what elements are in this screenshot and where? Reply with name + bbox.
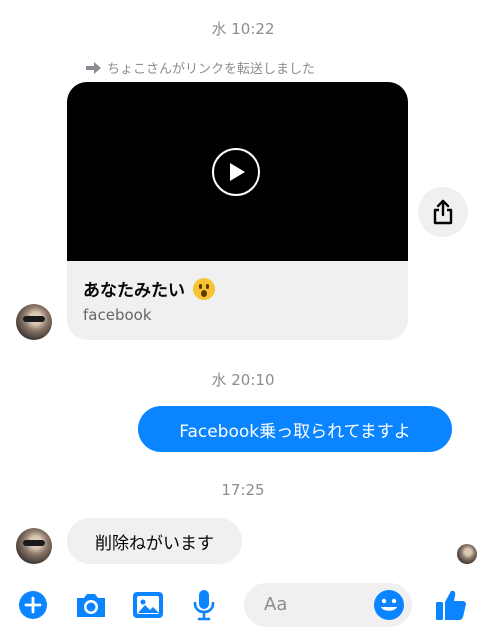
read-receipt-avatar	[457, 544, 477, 564]
play-icon	[230, 163, 245, 181]
outgoing-message-bubble[interactable]: Facebook乗っ取られてますよ	[138, 406, 452, 452]
shared-link-card[interactable]: あなたみたい facebook	[67, 82, 408, 340]
emoji-icon[interactable]	[372, 588, 406, 622]
avatar-glasses	[23, 316, 45, 322]
incoming-message-bubble[interactable]: 削除ねがいます	[67, 518, 242, 564]
link-title-text: あなたみたい	[83, 281, 185, 301]
forward-notice: ちょこさんがリンクを転送しました	[86, 58, 315, 77]
message-input-placeholder: Aa	[264, 594, 288, 615]
link-source: facebook	[83, 306, 152, 324]
timestamp-3: 17:25	[221, 481, 265, 499]
avatar[interactable]	[16, 304, 52, 340]
timestamp-2: 水 20:10	[211, 371, 275, 389]
plus-icon[interactable]	[18, 590, 48, 620]
image-icon[interactable]	[132, 591, 164, 619]
share-icon	[433, 199, 453, 225]
avatar[interactable]	[16, 528, 52, 564]
play-button[interactable]	[212, 148, 260, 196]
link-title: あなたみたい	[83, 276, 215, 301]
surprised-emoji-icon	[193, 277, 215, 300]
avatar-glasses	[23, 540, 45, 546]
forward-arrow-icon	[86, 61, 101, 74]
thumbs-up-icon[interactable]	[434, 587, 470, 623]
camera-icon[interactable]	[74, 591, 108, 619]
timestamp-1: 水 10:22	[211, 20, 275, 38]
share-button[interactable]	[418, 187, 468, 237]
video-preview[interactable]	[67, 82, 408, 261]
message-input[interactable]: Aa	[244, 583, 412, 627]
forward-notice-text: ちょこさんがリンクを転送しました	[107, 62, 316, 77]
microphone-icon[interactable]	[193, 589, 215, 621]
